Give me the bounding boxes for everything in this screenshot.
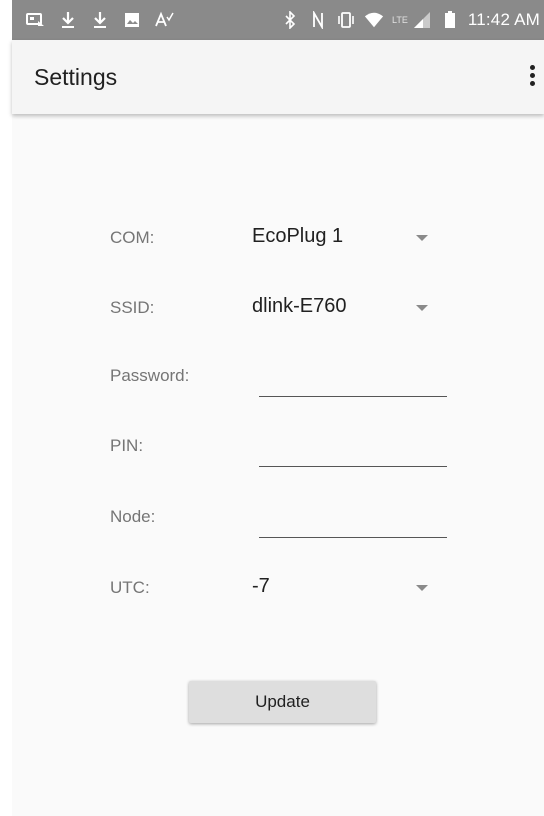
image-icon [122,10,142,30]
page-title: Settings [34,63,118,90]
bluetooth-icon [280,10,300,30]
password-label: Password: [110,366,190,385]
node-row: Node: [110,497,451,539]
com-label: COM: [110,228,155,247]
pin-field[interactable] [259,426,451,468]
notification-card-icon [26,10,46,30]
ssid-spinner[interactable]: dlink-E760 [252,288,448,328]
pin-input[interactable] [259,426,451,468]
password-input[interactable] [259,356,451,398]
download-icon [58,10,78,30]
node-input[interactable] [259,497,451,539]
app-bar: Settings [12,40,544,114]
vibrate-icon [336,10,356,30]
nfc-icon [308,10,328,30]
status-bar: LTE 11:42 AM [12,0,544,40]
com-row: COM: EcoPlug 1 [110,218,450,258]
status-bar-left [12,10,174,30]
ssid-row: SSID: dlink-E760 [110,288,450,328]
settings-screen: LTE 11:42 AM Settings COM: EcoPlug 1 SSI… [12,0,544,816]
node-label: Node: [110,507,156,526]
download-icon [90,10,110,30]
utc-row: UTC: -7 [110,568,450,608]
pin-label: PIN: [110,436,144,455]
node-field[interactable] [259,497,451,539]
dropdown-arrow-icon [416,585,428,591]
signal-icon [412,10,432,30]
battery-icon [440,10,460,30]
utc-value: -7 [252,575,270,597]
status-time: 11:42 AM [467,10,540,29]
ssid-value: dlink-E760 [252,295,347,317]
more-vert-icon[interactable] [526,65,538,91]
wifi-icon [364,10,384,30]
com-value: EcoPlug 1 [252,225,344,247]
password-row: Password: [110,356,451,398]
dropdown-arrow-icon [416,235,428,241]
spellcheck-icon [154,10,174,30]
com-spinner[interactable]: EcoPlug 1 [252,218,448,258]
status-bar-right: LTE 11:42 AM [280,10,544,30]
update-button[interactable]: Update [189,681,376,723]
utc-spinner[interactable]: -7 [252,568,448,608]
password-field[interactable] [259,356,451,398]
network-type-label: LTE [391,15,408,25]
ssid-label: SSID: [110,298,155,317]
dropdown-arrow-icon [416,305,428,311]
utc-label: UTC: [110,578,150,597]
pin-row: PIN: [110,426,451,468]
